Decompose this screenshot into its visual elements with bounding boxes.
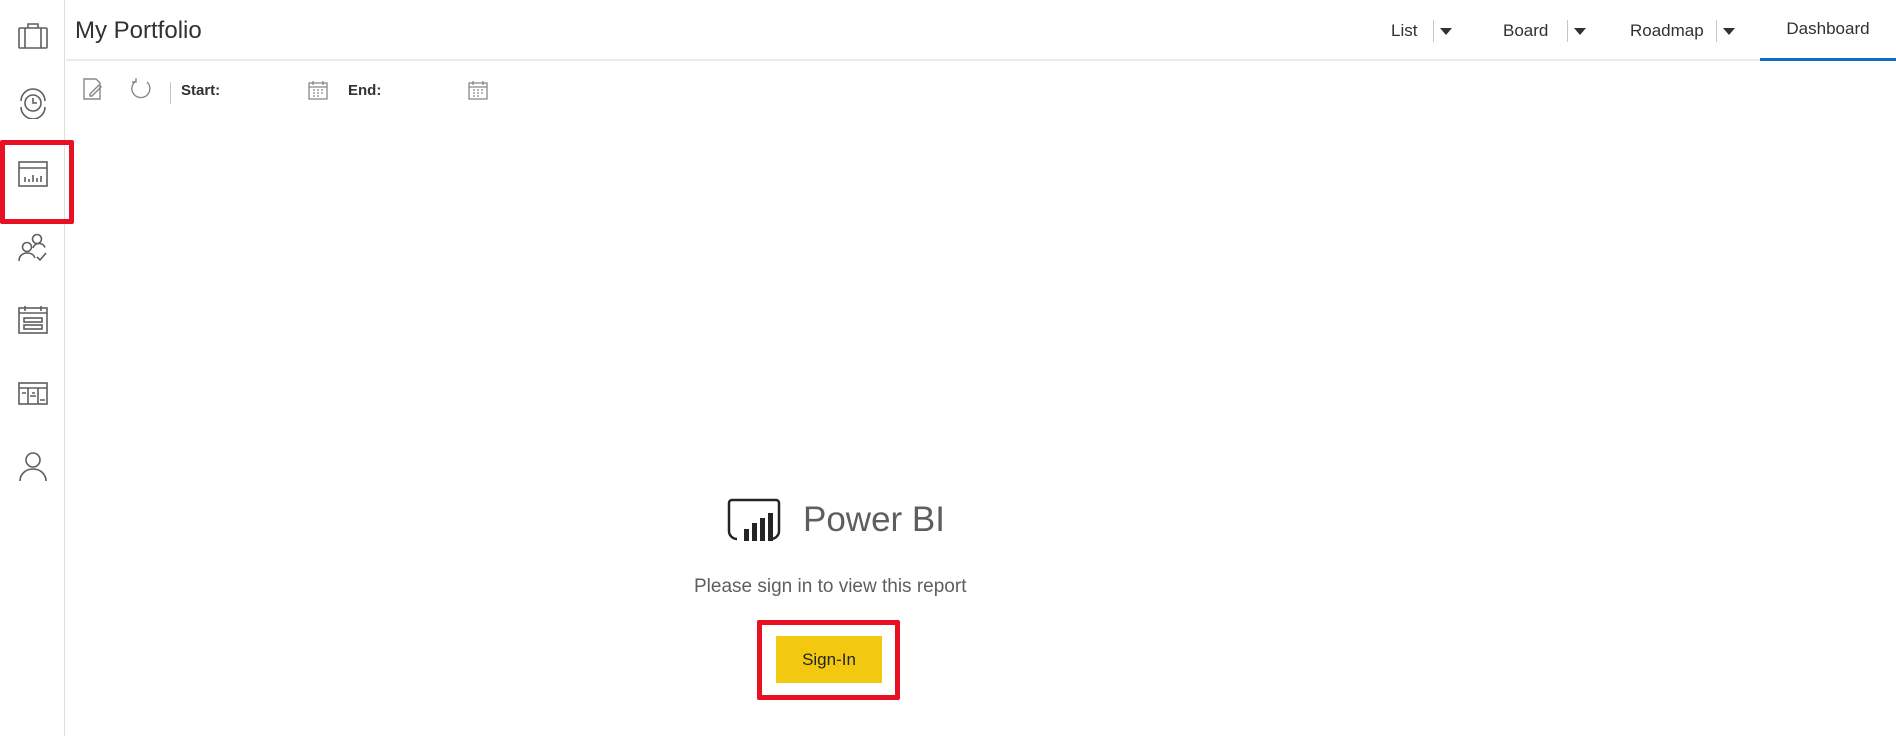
tab-roadmap[interactable]: Roadmap [1630,0,1704,61]
rail-item-dashboard[interactable] [0,138,74,224]
rail-item-portfolio[interactable] [0,0,65,72]
rail-item-calendar[interactable] [0,284,65,356]
toolbar-separator [170,82,171,104]
briefcase-icon [17,23,48,49]
tab-list-label: List [1391,20,1418,40]
tab-dashboard-label: Dashboard [1786,19,1870,38]
app-header: My Portfolio List Board Roadmap Dashboar… [66,0,1896,61]
toolbar: Start: End: [66,62,1896,118]
end-date-input[interactable] [384,76,464,104]
power-bi-logo-icon [727,498,781,541]
rail-item-profile[interactable] [0,430,65,502]
rail-item-timesheet[interactable] [0,66,65,138]
rail-item-roadmap[interactable] [0,357,65,429]
roadmap-icon [17,382,48,405]
edit-icon[interactable] [80,76,106,102]
end-date-label: End: [348,82,382,99]
left-nav-rail [0,0,74,736]
timesheet-icon [19,88,46,119]
page-title: My Portfolio [75,17,202,44]
end-calendar-icon[interactable] [466,78,490,102]
tab-board-label: Board [1503,20,1549,40]
roadmap-dropdown-button[interactable] [1716,20,1740,42]
power-bi-title: Power BI [803,500,945,539]
person-icon [18,452,47,482]
dashboard-icon [17,161,48,187]
start-calendar-icon[interactable] [306,78,330,102]
start-date-label: Start: [181,82,221,99]
caret-down-icon [1439,27,1452,35]
resources-icon [17,233,47,262]
caret-down-icon [1722,27,1735,35]
refresh-icon[interactable] [128,76,154,102]
list-dropdown-button[interactable] [1433,20,1457,42]
calendar-icon [17,306,48,334]
tab-list[interactable]: List [1391,0,1417,61]
tab-dashboard[interactable]: Dashboard [1760,0,1896,61]
rail-item-resources[interactable] [0,212,65,284]
board-dropdown-button[interactable] [1567,20,1591,42]
sign-in-message: Please sign in to view this report [694,576,967,597]
start-date-input[interactable] [226,76,306,104]
sign-in-button[interactable]: Sign-In [776,636,882,683]
tab-board[interactable]: Board [1503,0,1548,61]
tab-roadmap-label: Roadmap [1630,20,1704,40]
caret-down-icon [1573,27,1586,35]
